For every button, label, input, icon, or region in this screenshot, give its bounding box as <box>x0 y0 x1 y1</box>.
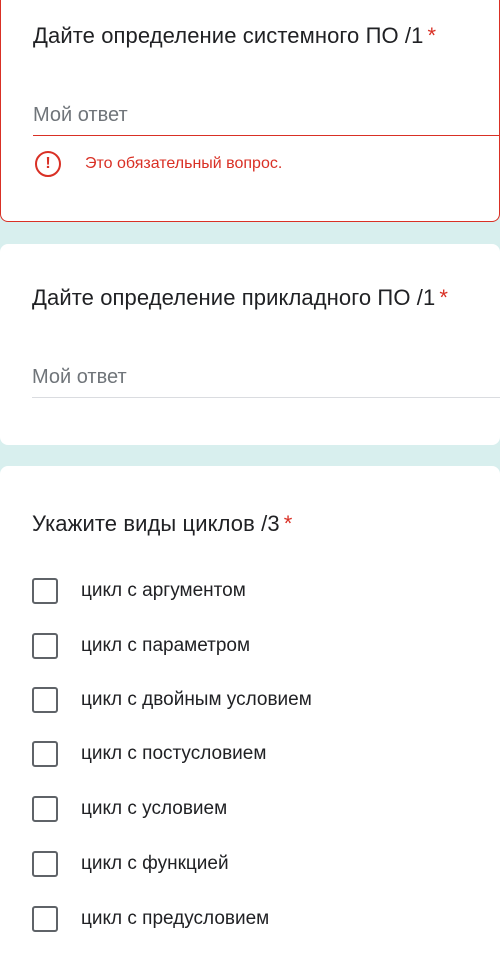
checkbox-option[interactable]: цикл с функцией <box>32 848 229 880</box>
checkbox[interactable] <box>32 687 58 713</box>
question-card-system-software: Дайте определение системного ПО /1 * Мой … <box>0 0 500 222</box>
checkbox[interactable] <box>32 633 58 659</box>
exclamation-circle-icon: ! <box>35 151 61 177</box>
question-title: Дайте определение системного ПО /1 * <box>33 22 436 50</box>
option-label[interactable]: цикл с предусловием <box>81 908 269 930</box>
option-label[interactable]: цикл с постусловием <box>81 743 266 765</box>
error-text: Это обязательный вопрос. <box>85 155 283 172</box>
question-card-application-software: Дайте определение прикладного ПО /1 * Мой… <box>0 244 500 445</box>
question-card-loop-types: Укажите виды циклов /3 * цикл с аргументо… <box>0 466 500 956</box>
checkbox-option[interactable]: цикл с постусловием <box>32 738 266 770</box>
checkbox-option[interactable]: цикл с предусловием <box>32 903 269 935</box>
option-label[interactable]: цикл с параметром <box>81 635 250 657</box>
required-asterisk: * <box>427 23 437 48</box>
option-label[interactable]: цикл с двойным условием <box>81 689 312 711</box>
checkbox[interactable] <box>32 906 58 932</box>
checkbox-option[interactable]: цикл с параметром <box>32 630 250 662</box>
checkbox-option[interactable]: цикл с двойным условием <box>32 684 312 716</box>
answer-input[interactable]: Мой ответ <box>32 366 500 398</box>
checkbox[interactable] <box>32 796 58 822</box>
option-label[interactable]: цикл с аргументом <box>81 580 246 602</box>
checkbox[interactable] <box>32 741 58 767</box>
question-title-text: Укажите виды циклов /3 <box>32 511 280 536</box>
required-asterisk: * <box>283 511 293 536</box>
error-message: ! Это обязательный вопрос. <box>35 151 282 177</box>
option-label[interactable]: цикл с условием <box>81 798 227 820</box>
question-title-text: Дайте определение системного ПО /1 <box>33 23 424 48</box>
answer-input[interactable]: Мой ответ <box>33 104 500 136</box>
question-title-text: Дайте определение прикладного ПО /1 <box>32 285 436 310</box>
checkbox-option[interactable]: цикл с условием <box>32 793 227 825</box>
question-title: Укажите виды циклов /3 * <box>32 510 292 538</box>
checkbox[interactable] <box>32 851 58 877</box>
checkbox[interactable] <box>32 578 58 604</box>
checkbox-option[interactable]: цикл с аргументом <box>32 575 246 607</box>
question-title: Дайте определение прикладного ПО /1 * <box>32 284 448 312</box>
required-asterisk: * <box>439 285 448 310</box>
option-label[interactable]: цикл с функцией <box>81 853 229 875</box>
